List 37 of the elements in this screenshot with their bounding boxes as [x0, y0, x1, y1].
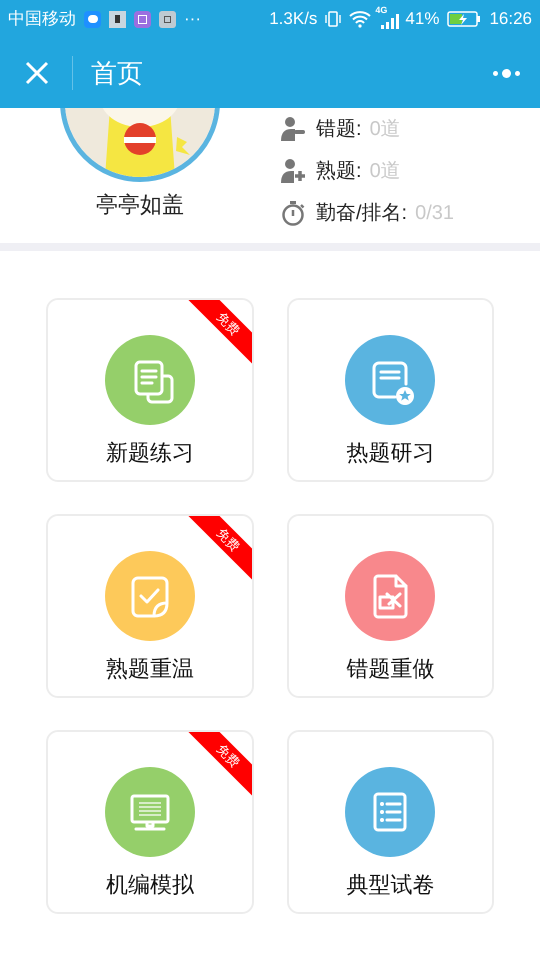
stopwatch-icon [280, 200, 306, 226]
card-label: 错题重做 [346, 655, 434, 683]
card-label: 机编模拟 [106, 871, 194, 899]
user-name: 亭亭如盖 [96, 191, 184, 219]
menu-card[interactable]: 错题重做 [286, 514, 494, 698]
stat-label: 勤奋/排名: [316, 201, 408, 226]
card-label: 熟题重温 [106, 655, 194, 683]
image-icon [134, 10, 151, 28]
more-notifications: ··· [184, 8, 201, 30]
stat-label: 错题: [316, 117, 362, 142]
battery-charging-icon [447, 11, 482, 27]
network-type: 4G [375, 4, 388, 17]
free-label: 免费 [212, 525, 242, 555]
battery-percent: 41% [405, 8, 440, 30]
person-minus-icon [280, 116, 306, 142]
card-label: 新题练习 [106, 439, 194, 467]
app-icon [159, 10, 176, 28]
free-label: 免费 [212, 309, 242, 339]
page-title: 首页 [91, 56, 143, 90]
card-label: 热题研习 [346, 439, 434, 467]
person-plus-icon [280, 158, 306, 184]
stat-label: 熟题: [316, 159, 362, 184]
chat-bubble-icon [84, 10, 101, 28]
network-speed: 1.3K/s [269, 8, 318, 30]
menu-card[interactable]: 新题练习 免费 [46, 298, 254, 482]
vibrate-icon [325, 10, 342, 28]
menu-card[interactable]: 机编模拟 免费 [46, 730, 254, 914]
card-label: 典型试卷 [346, 871, 434, 899]
free-label: 免费 [212, 741, 242, 771]
carrier-name: 中国移动 [8, 8, 76, 30]
clock-time: 16:26 [489, 8, 532, 30]
signal-icon [381, 14, 400, 29]
wifi-icon [349, 10, 372, 28]
app-icon [109, 10, 126, 28]
menu-card[interactable]: 熟题重温 免费 [46, 514, 254, 698]
menu-card[interactable]: 典型试卷 [286, 730, 494, 914]
menu-card[interactable]: 热题研习 [286, 298, 494, 482]
